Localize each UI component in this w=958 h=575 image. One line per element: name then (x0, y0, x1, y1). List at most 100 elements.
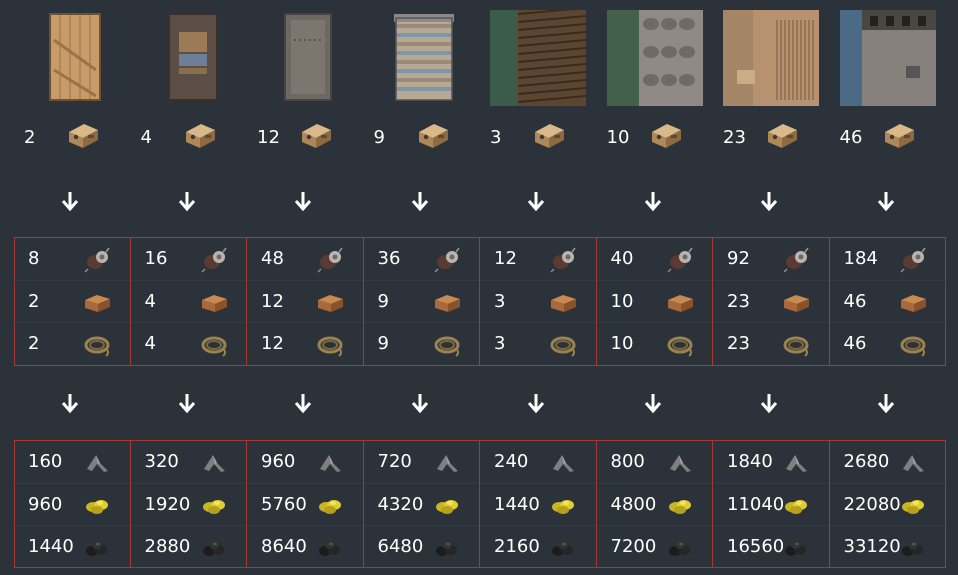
list-item: 46 (829, 280, 946, 323)
ingredient-count: 8 (28, 248, 40, 269)
tech-trash-icon (315, 244, 345, 274)
cost-count: 3 (490, 127, 502, 148)
resource-count: 240 (494, 451, 529, 472)
arrow-down-icon (759, 190, 779, 212)
ingredient-count: 2 (28, 291, 40, 312)
list-item: 12 (247, 280, 363, 323)
ingredient-count: 12 (261, 291, 284, 312)
resource-count: 320 (144, 451, 179, 472)
garage-door-ingredients: 36 9 9 (363, 238, 480, 365)
sheet-metal-door-cost: 4 (131, 118, 247, 158)
list-item: 960 (14, 483, 130, 526)
list-item: 16560 (713, 525, 829, 568)
ingredient-count: 9 (377, 291, 389, 312)
ingredient-count: 12 (261, 333, 284, 354)
armored-door-resources: 960 5760 8640 (247, 441, 364, 567)
arrow-down-icon (60, 190, 80, 212)
rope-icon (82, 329, 112, 359)
c4-explosive-icon (66, 120, 100, 150)
list-item: 92 (713, 238, 829, 280)
wooden-door-cost: 2 (14, 118, 130, 158)
ingredient-table: 8 2 2 16 4 4 48 12 12 36 9 9 12 3 3 40 10 10 92 23 23 184 46 46 (14, 237, 946, 366)
wooden-door-resources: 160 960 1440 (14, 441, 131, 567)
resource-count: 22080 (843, 494, 901, 515)
list-item: 1840 (713, 441, 829, 483)
ingredient-count: 48 (261, 248, 284, 269)
rope-icon (548, 329, 578, 359)
list-item: 184 (830, 238, 947, 280)
metal-fragments-icon (315, 447, 345, 477)
garage-door-icon (374, 10, 470, 106)
sulfur-icon (315, 490, 345, 520)
sheet-metal-wall-resources: 1840 11040 16560 (713, 441, 830, 567)
explosives-icon (432, 287, 462, 317)
sheet-metal-wall-image (723, 10, 819, 106)
stone-wall-ingredients: 40 10 10 (596, 238, 713, 365)
list-item: 800 (597, 441, 713, 483)
list-item: 240 (480, 441, 596, 483)
ingredient-count: 10 (610, 333, 634, 354)
list-item: 8640 (247, 525, 363, 568)
list-item: 8 (14, 238, 130, 280)
sheet-metal-wall-ingredients: 92 23 23 (713, 238, 830, 365)
armored-door-ingredients: 48 12 12 (247, 238, 364, 365)
c4-explosive-icon (183, 120, 217, 150)
ingredient-count: 4 (144, 291, 156, 312)
list-item: 960 (247, 441, 363, 483)
list-item: 4800 (596, 483, 712, 526)
armored-door-cost: 12 (247, 118, 363, 158)
wood-wall-icon (490, 7, 587, 106)
metal-fragments-icon (82, 447, 112, 477)
explosives-icon (898, 287, 928, 317)
resource-count: 8640 (261, 536, 307, 557)
rope-icon (199, 329, 229, 359)
garage-door-image (374, 10, 470, 106)
resource-count: 11040 (727, 494, 785, 515)
resource-count: 6480 (377, 536, 424, 557)
list-item: 2 (14, 322, 130, 365)
arrow-down-icon (293, 392, 313, 414)
wooden-door-image (24, 10, 120, 106)
resource-count: 16560 (727, 536, 785, 557)
wooden-door-icon (24, 10, 120, 106)
garage-door-resources: 720 4320 6480 (363, 441, 480, 567)
ingredient-count: 9 (377, 333, 389, 354)
cost-count: 46 (839, 127, 863, 148)
ingredient-count: 3 (494, 333, 506, 354)
wood-wall-cost: 3 (480, 118, 596, 158)
arrow-down-icon (293, 190, 313, 212)
list-item: 10 (596, 322, 712, 365)
c4-explosive-icon (765, 120, 799, 150)
wood-wall-resources: 240 1440 2160 (480, 441, 597, 567)
resource-count: 2160 (494, 536, 540, 557)
rope-icon (315, 329, 345, 359)
list-item: 3 (480, 280, 596, 323)
ingredient-count: 46 (843, 291, 867, 312)
list-item: 23 (713, 280, 829, 323)
metal-fragments-icon (548, 447, 578, 477)
arrow-down-icon (177, 190, 197, 212)
resource-count: 960 (261, 451, 296, 472)
resource-count: 720 (377, 451, 412, 472)
arrow-down-icon (759, 392, 779, 414)
c4-explosive-icon (416, 120, 450, 150)
wooden-door-ingredients: 8 2 2 (14, 238, 131, 365)
resource-count: 33120 (843, 536, 901, 557)
resource-count: 4320 (377, 494, 424, 515)
list-item: 9 (363, 322, 479, 365)
c4-explosive-icon (882, 120, 916, 150)
resource-table: 160 960 1440 320 1920 2880 960 5760 8640 720 4320 6… (14, 440, 946, 568)
resource-count: 1920 (144, 494, 191, 515)
charcoal-icon (665, 532, 695, 562)
ingredient-count: 184 (843, 248, 878, 269)
list-item: 33120 (829, 525, 946, 568)
c4-explosive-icon (299, 120, 333, 150)
ingredient-count: 40 (610, 248, 634, 269)
list-item: 23 (713, 322, 829, 365)
stone-wall-cost: 10 (597, 118, 713, 158)
metal-fragments-icon (781, 447, 811, 477)
list-item: 11040 (713, 483, 829, 526)
list-item: 1440 (14, 525, 130, 568)
cost-count: 9 (373, 127, 385, 148)
armored-wall-icon (839, 10, 936, 106)
